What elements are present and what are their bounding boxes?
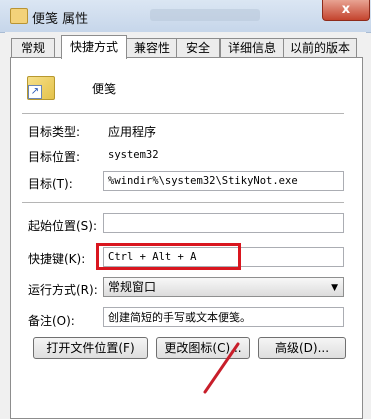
tab-shortcut[interactable]: 快捷方式: [61, 35, 127, 59]
annotation-arrow: [203, 342, 240, 394]
